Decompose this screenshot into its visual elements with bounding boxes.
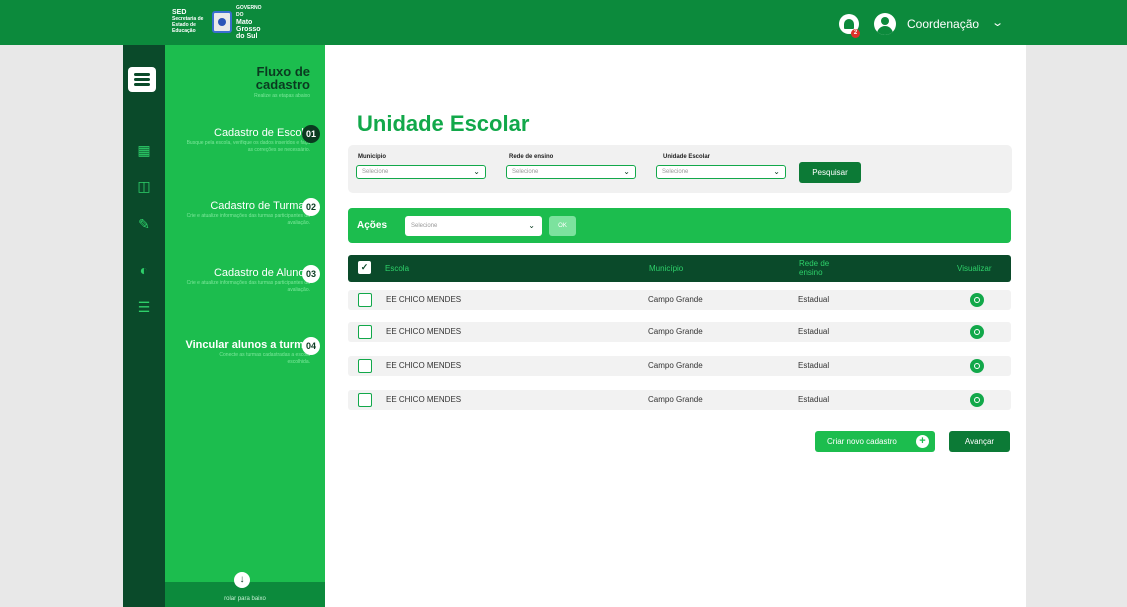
building-icon[interactable]: ▦ [136, 142, 152, 158]
icon-rail [123, 45, 165, 607]
filter-label-unidade: Unidade Escolar [663, 154, 711, 160]
cell-municipio: Campo Grande [648, 395, 703, 404]
column-header-escola: Escola [385, 264, 410, 273]
filter-label-municipio: Município [358, 154, 386, 160]
chevron-down-icon: ⌄ [773, 167, 780, 176]
page-title: Unidade Escolar [357, 111, 530, 136]
table-row: EE CHICO MENDES Campo Grande Estadual [348, 290, 1011, 310]
step-description: Conecte as turmas cadastradas a escola e… [219, 352, 310, 365]
filter-label-rede: Rede de ensino [509, 154, 554, 160]
step-title: Cadastro de Alunos [213, 267, 310, 279]
eye-icon[interactable] [970, 359, 984, 373]
user-avatar-icon[interactable] [874, 13, 896, 35]
step-title: Vincular alunos a turma [185, 339, 310, 351]
column-header-rede: Rede de ensino [799, 259, 830, 277]
cell-escola: EE CHICO MENDES [386, 295, 462, 304]
step-cadastro-alunos[interactable]: Cadastro de Alunos Crie e atualize infor… [185, 265, 320, 294]
row-checkbox[interactable] [358, 393, 372, 407]
create-new-button[interactable]: Criar novo cadastro + [815, 431, 935, 452]
eye-icon[interactable] [970, 393, 984, 407]
row-checkbox[interactable] [358, 325, 372, 339]
cell-rede: Estadual [798, 361, 830, 370]
step-number: 03 [302, 265, 320, 283]
chevron-down-icon: ⌄ [473, 167, 480, 176]
actions-select[interactable]: Selecione ⌄ [405, 216, 542, 236]
actions-label: Ações [357, 220, 388, 231]
step-description: Busque pela escola, verifique os dados i… [186, 140, 310, 153]
search-button[interactable]: Pesquisar [799, 162, 861, 183]
step-number: 01 [302, 125, 320, 143]
plus-icon: + [916, 435, 929, 448]
step-vincular-alunos[interactable]: Vincular alunos a turma Conecte as turma… [170, 337, 320, 366]
chevron-down-icon: ⌄ [528, 221, 535, 230]
column-header-visualizar: Visualizar [957, 264, 992, 273]
step-title: Cadastro de Turmas [210, 200, 310, 212]
flow-title: Fluxo de cadastro [255, 64, 310, 92]
table-row: EE CHICO MENDES Campo Grande Estadual [348, 356, 1011, 376]
sed-logo-text: SED Secretaria de Estado de Educação [172, 9, 204, 34]
select-all-checkbox[interactable]: ✓ [358, 261, 371, 274]
municipio-select[interactable]: Selecione ⌄ [356, 165, 486, 179]
unidade-escolar-select[interactable]: Selecione ⌄ [656, 165, 786, 179]
cell-rede: Estadual [798, 395, 830, 404]
row-checkbox[interactable] [358, 293, 372, 307]
table-row: EE CHICO MENDES Campo Grande Estadual [348, 390, 1011, 410]
gov-logo-text: GOVERNO DO Mato Grosso do Sul [236, 4, 262, 40]
sed-logo[interactable]: SED Secretaria de Estado de Educação GOV… [172, 4, 270, 40]
rede-ensino-select[interactable]: Selecione ⌄ [506, 165, 636, 179]
step-cadastro-escola[interactable]: Cadastro de Escola Busque pela escola, v… [185, 125, 320, 154]
step-description: Crie e atualize informações das turmas p… [186, 213, 310, 226]
user-name[interactable]: Coordenação [907, 17, 979, 31]
column-header-municipio: Município [649, 264, 684, 273]
table-row: EE CHICO MENDES Campo Grande Estadual [348, 322, 1011, 342]
classroom-icon[interactable]: ✎ [136, 216, 152, 232]
cell-escola: EE CHICO MENDES [386, 361, 462, 370]
step-description: Crie e atualize informações das turmas p… [186, 280, 310, 293]
cell-escola: EE CHICO MENDES [386, 395, 462, 404]
cell-municipio: Campo Grande [648, 361, 703, 370]
scroll-down-label[interactable]: rolar para baixo [165, 596, 325, 602]
row-checkbox[interactable] [358, 359, 372, 373]
chevron-down-icon: ⌄ [623, 167, 630, 176]
ok-button[interactable]: OK [549, 216, 576, 236]
hamburger-menu-icon[interactable] [128, 67, 156, 92]
cell-rede: Estadual [798, 327, 830, 336]
chart-icon[interactable]: ◐ [136, 262, 152, 278]
next-button[interactable]: Avançar [949, 431, 1010, 452]
flow-subtitle: Realize as etapas abaixo [254, 93, 310, 99]
notification-count-badge: 2 [851, 29, 860, 38]
arrow-down-icon[interactable]: ↓ [234, 572, 250, 588]
registration-flow-panel: Fluxo de cadastro Realize as etapas abai… [165, 45, 325, 607]
step-title: Cadastro de Escola [214, 127, 310, 139]
eye-icon[interactable] [970, 325, 984, 339]
desk-icon[interactable]: ◫ [136, 178, 152, 194]
user-menu-chevron-icon[interactable]: ⌄ [991, 16, 1004, 29]
network-icon[interactable]: ☰ [136, 299, 152, 315]
step-number: 02 [302, 198, 320, 216]
step-cadastro-turmas[interactable]: Cadastro de Turmas Crie e atualize infor… [185, 198, 320, 227]
cell-municipio: Campo Grande [648, 327, 703, 336]
cell-rede: Estadual [798, 295, 830, 304]
cell-escola: EE CHICO MENDES [386, 327, 462, 336]
step-number: 04 [302, 337, 320, 355]
eye-icon[interactable] [970, 293, 984, 307]
cell-municipio: Campo Grande [648, 295, 703, 304]
state-seal-icon [212, 11, 232, 33]
